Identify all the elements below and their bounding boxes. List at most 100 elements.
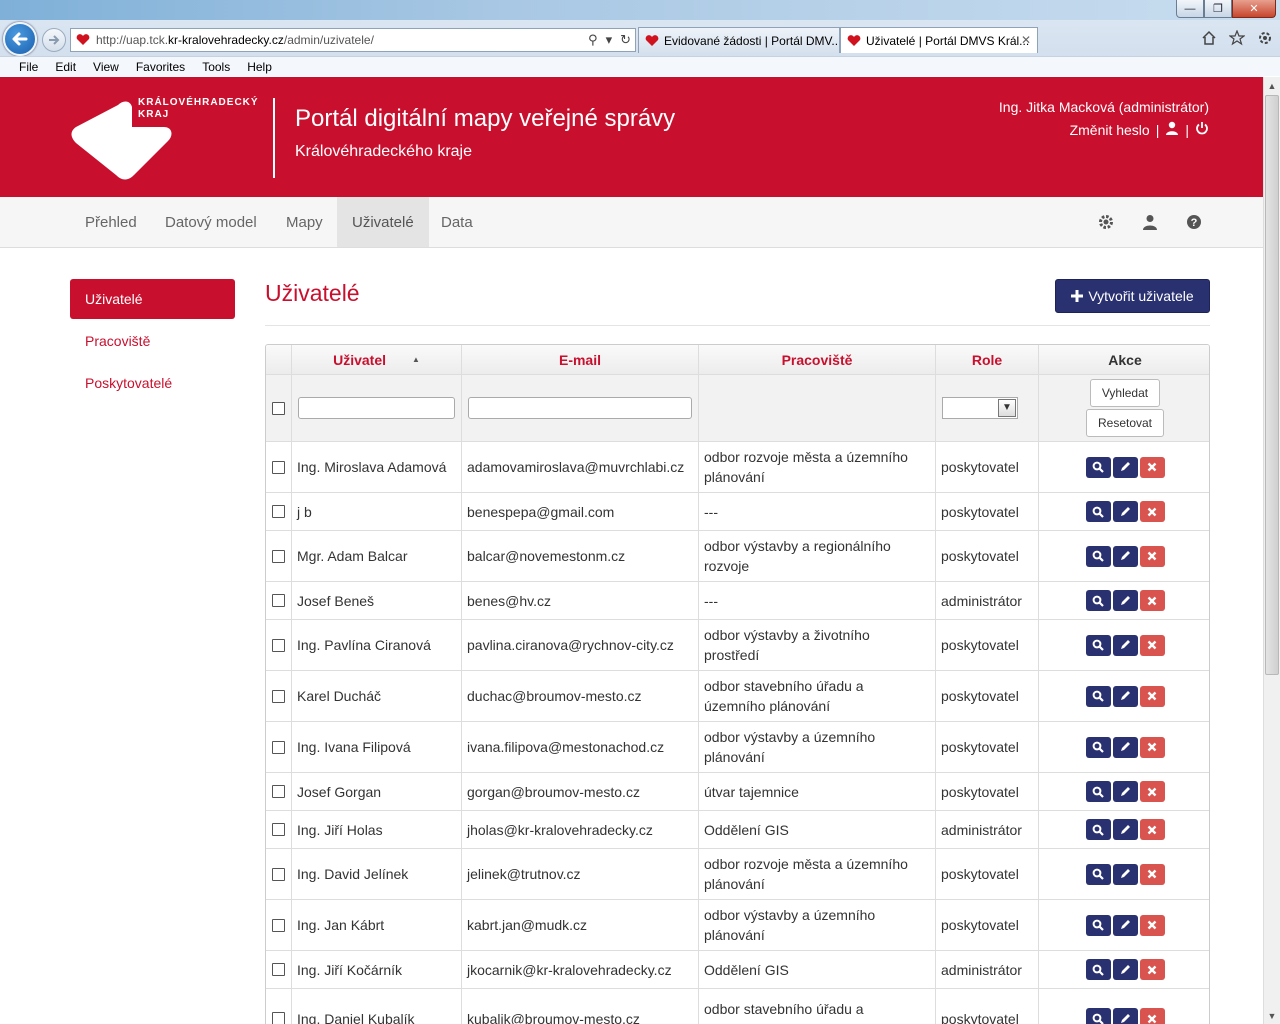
settings-gear-icon[interactable] [1256, 29, 1274, 47]
scroll-down-arrow-icon[interactable]: ▼ [1264, 1007, 1280, 1024]
search-icon[interactable]: ⚲ [588, 32, 598, 48]
change-password-link[interactable]: Změnit heslo [1070, 122, 1150, 138]
menu-favorites[interactable]: Favorites [136, 60, 185, 74]
delete-user-button[interactable] [1139, 959, 1165, 980]
edit-user-button[interactable] [1112, 685, 1138, 707]
menu-tools[interactable]: Tools [202, 60, 230, 74]
delete-user-button[interactable] [1139, 736, 1165, 758]
view-user-button[interactable] [1085, 914, 1111, 936]
edit-user-button[interactable] [1112, 781, 1138, 802]
sidebar-item-pracoviste[interactable]: Pracoviště [70, 321, 235, 361]
column-header-user[interactable]: Uživatel ▲ [292, 345, 462, 374]
edit-user-button[interactable] [1112, 545, 1138, 567]
nav-datovy-model[interactable]: Datový model [150, 197, 272, 247]
region-logo[interactable]: KRÁLOVÉHRADECKÝ KRAJ [68, 97, 258, 181]
column-header-workplace[interactable]: Pracoviště [699, 345, 936, 374]
refresh-icon[interactable]: ↻ [620, 32, 631, 48]
address-bar[interactable]: http://uap.tck. kr-kralovehradecky.cz/adm… [70, 28, 636, 52]
nav-uzivatele[interactable]: Uživatelé [337, 197, 429, 247]
browser-tab-requests[interactable]: Evidované žádosti | Portál DMV... [638, 27, 840, 53]
user-profile-icon[interactable] [1165, 121, 1179, 138]
nav-prehled[interactable]: Přehled [70, 197, 152, 247]
menu-view[interactable]: View [93, 60, 119, 74]
view-user-button[interactable] [1085, 456, 1111, 478]
column-header-role[interactable]: Role [936, 345, 1039, 374]
delete-user-button[interactable] [1139, 819, 1165, 840]
sidebar-item-poskytovatele[interactable]: Poskytovatelé [70, 363, 235, 403]
gear-icon[interactable] [1097, 213, 1115, 231]
row-select-checkbox[interactable] [272, 963, 285, 976]
delete-user-button[interactable] [1139, 914, 1165, 936]
search-button[interactable]: Vyhledat [1090, 379, 1160, 407]
view-user-button[interactable] [1085, 590, 1111, 611]
forward-button[interactable] [42, 28, 66, 52]
menu-help[interactable]: Help [247, 60, 272, 74]
row-select-checkbox[interactable] [272, 460, 285, 474]
row-select-checkbox[interactable] [272, 505, 285, 518]
favorites-star-icon[interactable] [1228, 29, 1246, 47]
page-scrollbar[interactable]: ▲ ▼ [1263, 77, 1280, 1024]
view-user-button[interactable] [1085, 501, 1111, 522]
edit-user-button[interactable] [1112, 959, 1138, 980]
view-user-button[interactable] [1085, 1008, 1111, 1024]
edit-user-button[interactable] [1112, 501, 1138, 522]
select-all-checkbox[interactable] [272, 401, 285, 415]
view-user-button[interactable] [1085, 736, 1111, 758]
user-filter-input[interactable] [298, 397, 455, 419]
delete-user-button[interactable] [1139, 501, 1165, 522]
edit-user-button[interactable] [1112, 863, 1138, 885]
back-button[interactable] [3, 22, 37, 56]
browser-tab-users[interactable]: Uživatelé | Portál DMVS Král... ✕ [840, 27, 1038, 53]
menu-file[interactable]: File [19, 60, 38, 74]
edit-user-button[interactable] [1112, 819, 1138, 840]
edit-user-button[interactable] [1112, 736, 1138, 758]
delete-user-button[interactable] [1139, 781, 1165, 802]
user-icon[interactable] [1141, 213, 1159, 231]
close-window-button[interactable]: ✕ [1232, 0, 1276, 18]
maximize-button[interactable]: ❐ [1204, 0, 1232, 18]
scroll-up-arrow-icon[interactable]: ▲ [1264, 77, 1280, 94]
role-filter-select[interactable]: ▼ [942, 397, 1018, 419]
delete-user-button[interactable] [1139, 590, 1165, 611]
menu-edit[interactable]: Edit [55, 60, 76, 74]
view-user-button[interactable] [1085, 545, 1111, 567]
delete-user-button[interactable] [1139, 863, 1165, 885]
help-icon[interactable]: ? [1185, 213, 1203, 231]
row-select-checkbox[interactable] [272, 549, 285, 563]
view-user-button[interactable] [1085, 685, 1111, 707]
edit-user-button[interactable] [1112, 634, 1138, 656]
chevron-down-icon[interactable]: ▾ [606, 32, 613, 48]
row-select-checkbox[interactable] [272, 740, 285, 754]
edit-user-button[interactable] [1112, 456, 1138, 478]
delete-user-button[interactable] [1139, 545, 1165, 567]
view-user-button[interactable] [1085, 634, 1111, 656]
row-select-checkbox[interactable] [272, 594, 285, 607]
view-user-button[interactable] [1085, 863, 1111, 885]
reset-button[interactable]: Resetovat [1086, 409, 1164, 437]
delete-user-button[interactable] [1139, 1008, 1165, 1024]
edit-user-button[interactable] [1112, 1008, 1138, 1024]
column-header-email[interactable]: E-mail [462, 345, 699, 374]
nav-data[interactable]: Data [426, 197, 488, 247]
view-user-button[interactable] [1085, 819, 1111, 840]
nav-mapy[interactable]: Mapy [271, 197, 338, 247]
email-filter-input[interactable] [468, 397, 692, 419]
delete-user-button[interactable] [1139, 685, 1165, 707]
delete-user-button[interactable] [1139, 456, 1165, 478]
home-icon[interactable] [1200, 29, 1218, 47]
close-tab-icon[interactable]: ✕ [1021, 33, 1031, 47]
row-select-checkbox[interactable] [272, 867, 285, 881]
row-select-checkbox[interactable] [272, 638, 285, 652]
scrollbar-thumb[interactable] [1265, 95, 1279, 675]
edit-user-button[interactable] [1112, 590, 1138, 611]
row-select-checkbox[interactable] [272, 785, 285, 798]
row-select-checkbox[interactable] [272, 918, 285, 932]
row-select-checkbox[interactable] [272, 823, 285, 836]
view-user-button[interactable] [1085, 959, 1111, 980]
sidebar-item-uzivatele[interactable]: Uživatelé [70, 279, 235, 319]
row-select-checkbox[interactable] [272, 689, 285, 703]
edit-user-button[interactable] [1112, 914, 1138, 936]
create-user-button[interactable]: Vytvořit uživatele [1055, 279, 1210, 313]
view-user-button[interactable] [1085, 781, 1111, 802]
minimize-button[interactable]: — [1176, 0, 1204, 18]
